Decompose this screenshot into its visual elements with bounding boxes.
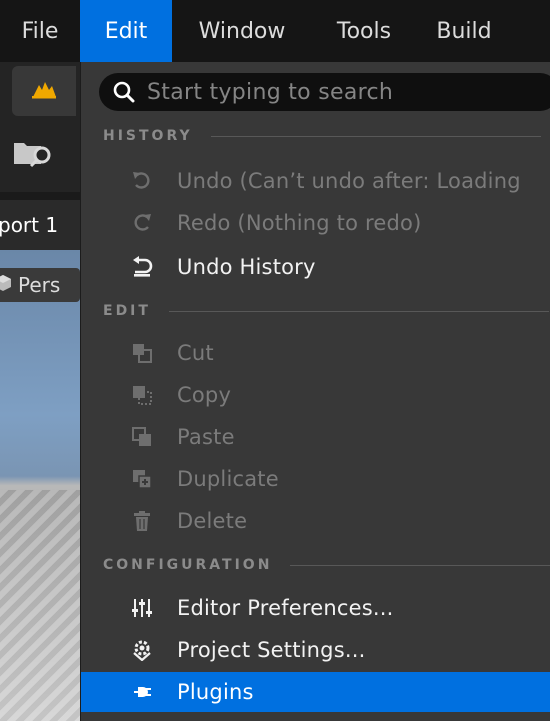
menu-item-copy-label: Copy [177,383,232,407]
undo-history-icon [129,254,155,280]
divider [290,564,550,566]
menu-tools[interactable]: Tools [312,0,416,62]
perspective-cube-icon [0,273,12,297]
divider [210,135,541,137]
sliders-icon [129,595,155,621]
trash-icon [129,508,155,534]
menu-item-cut-label: Cut [177,341,214,365]
menu-item-undo-history[interactable]: Undo History [81,247,550,287]
menu-search-input[interactable] [145,78,529,106]
gear-icon [129,637,155,663]
menu-build[interactable]: Build [416,0,512,62]
menu-search-box[interactable] [99,73,550,111]
menu-item-paste-label: Paste [177,425,235,449]
viewport-tab[interactable]: port 1 [0,200,80,250]
menu-item-copy[interactable]: Copy [81,375,550,415]
menu-item-editor-preferences[interactable]: Editor Preferences... [81,588,550,628]
cut-icon [129,340,155,366]
section-history-label: HISTORY [103,128,193,144]
edit-menu-dropdown: HISTORY Undo (Can’t undo after: Loading … [80,62,550,721]
menu-item-plugins-label: Plugins [177,680,254,704]
section-configuration-label: CONFIGURATION [103,557,273,573]
plug-icon [129,679,155,705]
copy-icon [129,382,155,408]
menu-item-redo-label: Redo (Nothing to redo) [177,211,422,235]
viewport-tab-label: port 1 [0,213,59,237]
level-icon [31,79,57,103]
menu-item-redo[interactable]: Redo (Nothing to redo) [81,203,550,243]
content-browser-icon[interactable] [2,130,62,174]
menu-item-duplicate-label: Duplicate [177,467,279,491]
menu-item-project-settings[interactable]: Project Settings... [81,630,550,670]
menu-item-project-settings-label: Project Settings... [177,638,366,662]
menu-file[interactable]: File [0,0,80,62]
menu-item-undo-label: Undo (Can’t undo after: Loading [177,169,521,193]
menu-edit[interactable]: Edit [80,0,172,62]
menu-item-delete-label: Delete [177,509,248,533]
perspective-label: Pers [18,273,61,297]
section-header-edit: EDIT [103,301,549,321]
search-icon [113,81,135,103]
divider [168,310,549,312]
duplicate-icon [129,466,155,492]
level-tab[interactable] [12,66,76,116]
undo-icon [129,168,155,194]
menu-item-undo-history-label: Undo History [177,255,316,279]
section-header-configuration: CONFIGURATION [103,555,550,575]
menu-item-editor-preferences-label: Editor Preferences... [177,596,394,620]
menu-item-undo[interactable]: Undo (Can’t undo after: Loading [81,161,550,201]
menu-window[interactable]: Window [172,0,312,62]
menu-item-paste[interactable]: Paste [81,417,550,457]
menu-item-duplicate[interactable]: Duplicate [81,459,550,499]
section-header-history: HISTORY [103,126,541,146]
section-edit-label: EDIT [103,303,151,319]
redo-icon [129,210,155,236]
perspective-button[interactable]: Pers [0,268,80,302]
menu-item-cut[interactable]: Cut [81,333,550,373]
menu-item-delete[interactable]: Delete [81,501,550,541]
paste-icon [129,424,155,450]
menu-item-plugins[interactable]: Plugins [81,672,550,712]
main-menu-bar: File Edit Window Tools Build [0,0,550,62]
viewport-floor [0,490,80,721]
